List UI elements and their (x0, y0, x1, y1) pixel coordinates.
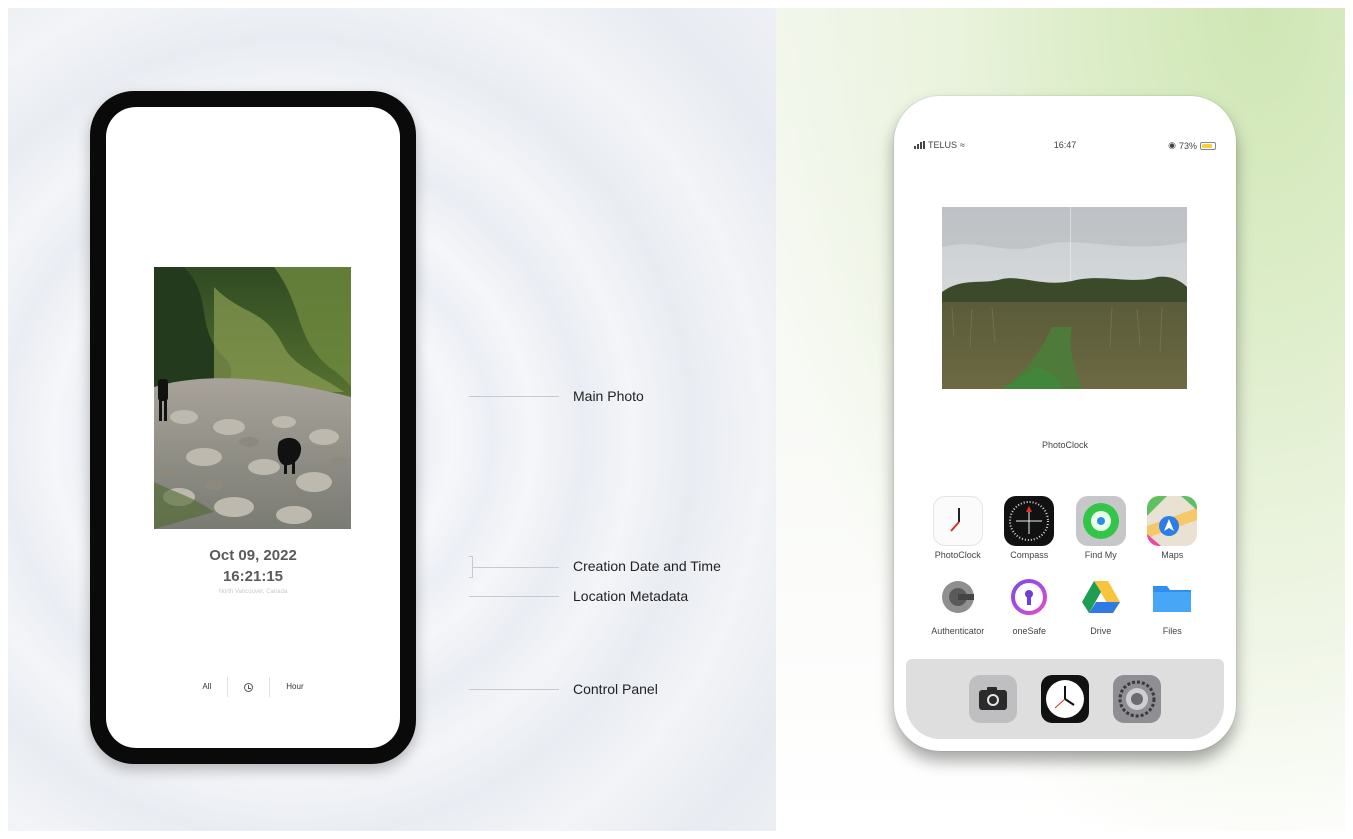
onesafe-icon (1004, 572, 1055, 622)
app-name: PhotoClock (934, 550, 981, 560)
app-name: Compass (1010, 550, 1049, 560)
location-leader (469, 596, 559, 597)
control-panel-leader (469, 689, 559, 690)
widget-label: PhotoClock (1041, 440, 1089, 450)
app-name: Find My (1084, 550, 1117, 560)
right-panel: TELUS ≈ 16:47 ◉ 73% PhotoClock PhotoCloc… (776, 8, 1345, 831)
photoclock-phone: Oct 09, 2022 16:21:15 North Vancouver, C… (90, 91, 416, 764)
app-name: Files (1162, 626, 1182, 636)
main-photo-annotation: Main Photo (573, 388, 644, 404)
find-my-icon (1075, 496, 1126, 546)
compass-icon (1004, 496, 1055, 546)
control-panel: All Hour (106, 675, 400, 699)
app-grid: PhotoClock Compass Find My Maps Authenti… (922, 496, 1208, 636)
app-find-my[interactable]: Find My (1065, 496, 1137, 560)
app-onesafe[interactable]: oneSafe (994, 572, 1066, 636)
app-name: Maps (1161, 550, 1184, 560)
maps-icon (1147, 496, 1198, 546)
settings-icon[interactable] (1113, 675, 1161, 723)
app-name: oneSafe (1012, 626, 1047, 636)
location-annotation: Location Metadata (573, 588, 689, 604)
battery-status: ◉ 73% (1168, 140, 1216, 151)
photoclock-screen: Oct 09, 2022 16:21:15 North Vancouver, C… (106, 107, 400, 748)
dock (906, 659, 1224, 739)
app-name: Authenticator (931, 626, 985, 636)
authenticator-icon (932, 572, 983, 622)
app-files[interactable]: Files (1137, 572, 1209, 636)
clock-app-icon[interactable] (1041, 675, 1089, 723)
photoclock-widget[interactable] (942, 207, 1187, 389)
app-photoclock[interactable]: PhotoClock (922, 496, 994, 560)
control-divider (227, 677, 229, 697)
status-bar: TELUS ≈ 16:47 ◉ 73% (894, 140, 1236, 154)
creation-time: 16:21:15 (222, 568, 284, 585)
all-button[interactable]: All (186, 675, 227, 699)
app-compass[interactable]: Compass (994, 496, 1066, 560)
clock-icon[interactable] (244, 682, 254, 692)
app-authenticator[interactable]: Authenticator (922, 572, 994, 636)
hour-button[interactable]: Hour (270, 675, 319, 699)
main-photo-leader (469, 396, 559, 397)
app-name: Drive (1090, 626, 1112, 636)
creation-date-leader (473, 567, 559, 568)
marsh-photo-icon (942, 207, 1187, 389)
location-metadata: North Vancouver, Canada (218, 589, 288, 595)
home-screen-phone: TELUS ≈ 16:47 ◉ 73% PhotoClock PhotoCloc… (894, 96, 1236, 751)
left-panel: Oct 09, 2022 16:21:15 North Vancouver, C… (8, 8, 776, 831)
app-maps[interactable]: Maps (1137, 496, 1209, 560)
photoclock-icon (932, 496, 983, 546)
rocky-creek-photo-icon (154, 267, 351, 529)
creation-date: Oct 09, 2022 (209, 547, 297, 564)
camera-icon[interactable] (969, 675, 1017, 723)
battery-percent: 73% (1178, 140, 1197, 151)
battery-icon (1200, 141, 1216, 150)
drive-icon (1075, 572, 1126, 622)
app-drive[interactable]: Drive (1065, 572, 1137, 636)
orientation-lock-icon: ◉ (1168, 140, 1176, 150)
files-icon (1147, 572, 1198, 622)
control-panel-annotation: Control Panel (573, 681, 658, 697)
main-photo[interactable] (154, 267, 351, 529)
creation-date-annotation: Creation Date and Time (573, 558, 721, 574)
